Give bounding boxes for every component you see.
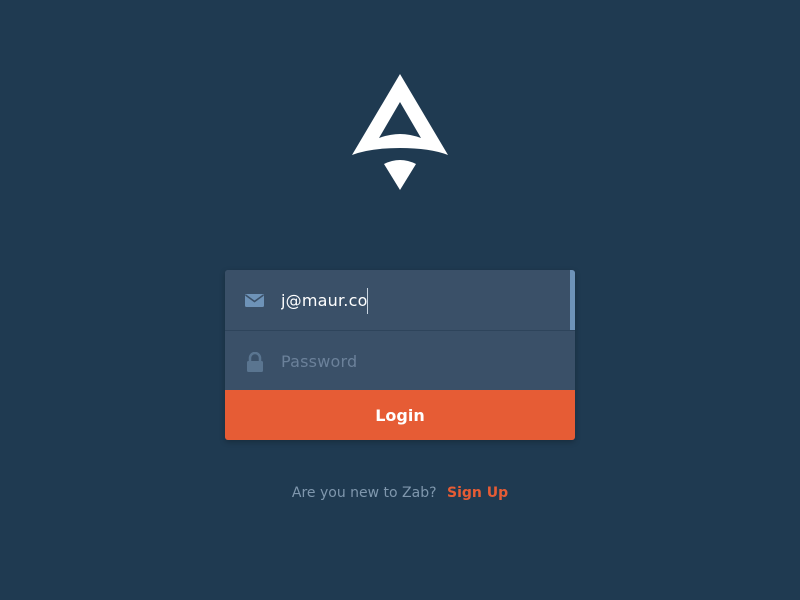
email-field-row [225,270,575,331]
envelope-icon [245,294,264,307]
login-card: Login [225,270,575,440]
login-button[interactable]: Login [225,390,575,440]
signup-prompt-text: Are you new to Zab? [291,485,437,501]
email-input[interactable] [281,270,551,330]
app-logo-icon [352,74,448,190]
password-input[interactable] [281,331,551,391]
password-field-row [225,331,575,391]
text-caret [367,288,368,314]
signup-link[interactable]: Sign Up [447,485,508,501]
signup-prompt-row: Are you new to Zab? Sign Up [0,485,800,501]
lock-icon [247,352,263,372]
